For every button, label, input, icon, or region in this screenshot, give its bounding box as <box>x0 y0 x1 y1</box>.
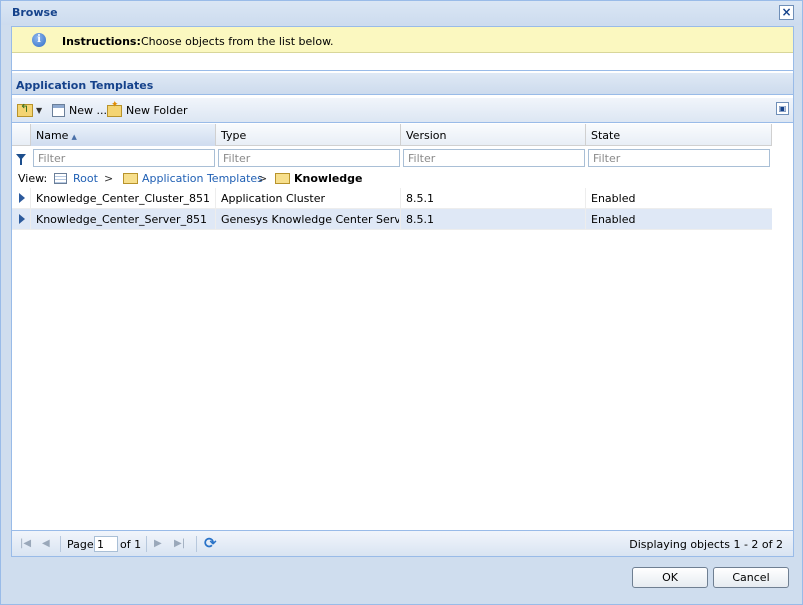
previous-page-icon[interactable]: ◀ <box>42 538 50 549</box>
breadcrumb-root[interactable]: Root <box>73 172 98 185</box>
folder-icon <box>275 173 290 184</box>
info-icon: i <box>32 33 46 47</box>
instructions-text: Choose objects from the list below. <box>141 35 334 48</box>
filter-input-name[interactable] <box>33 149 215 167</box>
last-page-icon[interactable]: ▶| <box>174 538 185 549</box>
refresh-icon[interactable]: ⟳ <box>204 534 217 552</box>
new-button-label: New ... <box>69 104 107 117</box>
panel-title: Application Templates <box>16 79 154 92</box>
cell-name: Knowledge_Center_Server_851 <box>36 213 208 226</box>
expand-row-icon[interactable] <box>12 188 30 209</box>
cell-type: Genesys Knowledge Center Server <box>221 213 399 226</box>
spacer-strip <box>12 54 793 71</box>
new-folder-button[interactable]: New Folder <box>107 100 188 119</box>
page-count: of 1 <box>120 538 142 551</box>
filter-input-state[interactable] <box>588 149 770 167</box>
filter-icon[interactable] <box>16 154 26 165</box>
cell-state: Enabled <box>591 213 636 226</box>
column-header-state[interactable]: State <box>586 124 772 146</box>
view-label: View: <box>18 172 48 185</box>
display-message: Displaying objects 1 - 2 of 2 <box>629 538 783 551</box>
dialog-body: i Instructions: Choose objects from the … <box>11 26 794 557</box>
new-folder-label: New Folder <box>126 104 188 117</box>
breadcrumb-application-templates[interactable]: Application Templates <box>142 172 263 185</box>
filter-row <box>12 146 772 170</box>
next-page-icon[interactable]: ▶ <box>154 538 162 549</box>
dialog-titlebar[interactable]: Browse × <box>1 1 802 25</box>
cancel-button[interactable]: Cancel <box>713 567 789 588</box>
dialog-title: Browse <box>12 6 58 19</box>
breadcrumb: View: Root > Application Templates > Kno… <box>12 170 793 188</box>
filter-input-type[interactable] <box>218 149 400 167</box>
instructions-label: Instructions: <box>62 35 141 48</box>
page-label: Page <box>67 538 94 551</box>
chevron-down-icon: ▼ <box>36 106 43 115</box>
paging-toolbar: |◀ ◀ Page of 1 ▶ ▶| ⟳ Displaying objects… <box>12 530 793 556</box>
column-header-version[interactable]: Version <box>401 124 586 146</box>
breadcrumb-current: Knowledge <box>294 172 363 185</box>
cell-state: Enabled <box>591 192 636 205</box>
column-header-name[interactable]: Name ▲ <box>31 124 216 146</box>
panel-header: Application Templates <box>12 73 793 95</box>
first-page-icon[interactable]: |◀ <box>20 538 31 549</box>
breadcrumb-separator: > <box>104 172 114 185</box>
new-object-icon <box>52 104 65 117</box>
toolbar: ▼ New ... New Folder ▣ <box>12 98 793 123</box>
expand-row-icon[interactable] <box>12 209 30 230</box>
new-button[interactable]: New ... <box>52 102 107 119</box>
page-number-input[interactable] <box>94 536 118 552</box>
root-table-icon <box>54 173 67 184</box>
table-row[interactable]: Knowledge_Center_Server_851 Genesys Know… <box>12 209 772 230</box>
ok-button[interactable]: OK <box>632 567 708 588</box>
cell-type: Application Cluster <box>221 192 326 205</box>
cell-name: Knowledge_Center_Cluster_851 <box>36 192 211 205</box>
close-icon[interactable]: × <box>779 5 794 20</box>
new-folder-icon <box>107 100 122 117</box>
table-row[interactable]: Knowledge_Center_Cluster_851 Application… <box>12 188 772 209</box>
up-folder-button[interactable]: ▼ <box>17 102 42 119</box>
cell-version: 8.5.1 <box>406 192 434 205</box>
grid-header: Name ▲ Type Version State <box>12 124 772 146</box>
instructions-bar: i Instructions: Choose objects from the … <box>12 27 793 53</box>
folder-icon <box>123 173 138 184</box>
binoculars-icon[interactable]: ▣ <box>776 102 789 115</box>
filter-input-version[interactable] <box>403 149 585 167</box>
expander-column-header <box>12 124 31 146</box>
column-header-type[interactable]: Type <box>216 124 401 146</box>
breadcrumb-separator: > <box>258 172 268 185</box>
browse-dialog: Browse × i Instructions: Choose objects … <box>0 0 803 605</box>
folder-up-icon <box>17 102 33 117</box>
cell-version: 8.5.1 <box>406 213 434 226</box>
sort-ascending-icon: ▲ <box>71 133 77 141</box>
